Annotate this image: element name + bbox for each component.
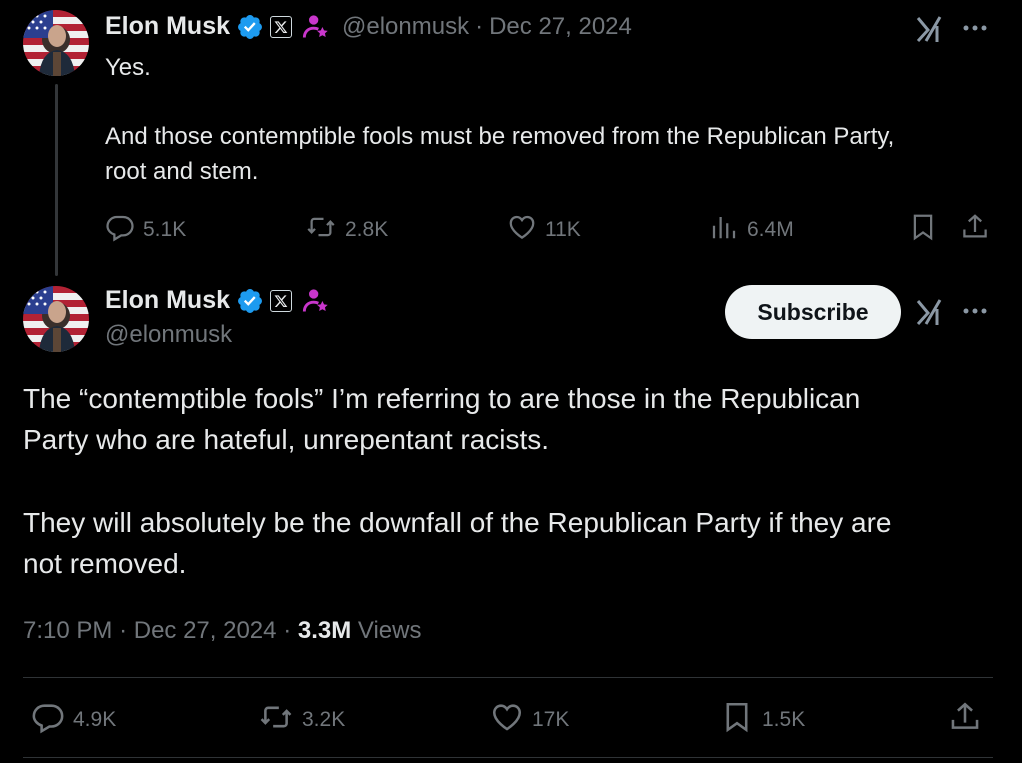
author-handle[interactable]: @elonmusk	[342, 13, 469, 41]
views-label: Views	[357, 617, 422, 644]
author-name[interactable]: Elon Musk	[105, 12, 230, 41]
divider	[23, 677, 993, 678]
verified-badge-icon[interactable]	[236, 13, 264, 41]
reply-button[interactable]: 5.1K	[105, 212, 186, 248]
post-text-line: And those contemptible fools must be rem…	[105, 123, 895, 150]
like-count: 17K	[532, 708, 570, 731]
share-icon[interactable]	[960, 212, 990, 242]
reply-count: 4.9K	[73, 708, 117, 731]
post-text-line: root and stem.	[105, 158, 259, 185]
separator-dot: ·	[283, 617, 292, 644]
repost-icon	[258, 700, 294, 740]
views-count: 3.3M	[297, 617, 352, 644]
post-text-line: Party who are hateful, unrepentant racis…	[23, 424, 550, 455]
more-options-icon[interactable]	[962, 20, 990, 36]
author-name[interactable]: Elon Musk	[105, 286, 230, 315]
post-text: The “contemptible fools” I’m referring t…	[23, 378, 1013, 584]
repost-button[interactable]: 2.8K	[305, 212, 388, 248]
x-affiliate-icon[interactable]	[270, 15, 293, 38]
repost-count: 2.8K	[345, 218, 389, 241]
bookmark-button[interactable]: 1.5K	[720, 700, 805, 740]
reply-icon	[31, 700, 65, 740]
subscribe-button[interactable]: Subscribe	[725, 285, 901, 339]
reply-count: 5.1K	[143, 218, 187, 241]
avatar[interactable]	[23, 286, 89, 352]
verified-badge-icon[interactable]	[236, 287, 264, 315]
more-options-icon[interactable]	[962, 303, 990, 319]
post-text-line: Yes.	[105, 54, 151, 81]
views-count: 6.4M	[747, 218, 794, 241]
bookmark-icon	[720, 700, 754, 740]
thread-line	[55, 84, 58, 276]
grok-icon[interactable]	[914, 14, 944, 44]
reply-button[interactable]: 4.9K	[31, 700, 116, 740]
share-icon[interactable]	[948, 700, 982, 734]
bookmark-count: 1.5K	[762, 708, 806, 731]
like-count: 11K	[545, 218, 581, 241]
bookmark-icon[interactable]	[908, 212, 938, 242]
post-date[interactable]: Dec 27, 2024	[134, 617, 277, 644]
heart-icon	[507, 212, 537, 248]
separator-dot: ·	[475, 12, 484, 40]
separator-dot: ·	[119, 617, 128, 644]
heart-icon	[490, 700, 524, 740]
analytics-icon	[709, 212, 739, 248]
creator-badge-icon[interactable]	[302, 13, 330, 41]
reply-icon	[105, 212, 135, 248]
grok-icon[interactable]	[914, 297, 944, 327]
post-text-line: They will absolutely be the downfall of …	[23, 507, 892, 538]
repost-button[interactable]: 3.2K	[258, 700, 345, 740]
divider	[23, 757, 993, 758]
post-date[interactable]: Dec 27, 2024	[489, 13, 632, 41]
like-button[interactable]: 17K	[490, 700, 569, 740]
post-time[interactable]: 7:10 PM	[23, 617, 112, 644]
post-text: Yes. And those contemptible fools must b…	[105, 50, 1005, 189]
repost-count: 3.2K	[302, 708, 346, 731]
author-handle[interactable]: @elonmusk	[105, 321, 232, 349]
x-affiliate-icon[interactable]	[270, 289, 293, 312]
views-button[interactable]: 6.4M	[709, 212, 794, 248]
post-metadata: 7:10 PM · Dec 27, 2024 · 3.3M Views	[23, 617, 421, 645]
post-text-line: The “contemptible fools” I’m referring t…	[23, 383, 861, 414]
like-button[interactable]: 11K	[507, 212, 581, 248]
creator-badge-icon[interactable]	[302, 287, 330, 315]
post-text-line: not removed.	[23, 548, 187, 579]
avatar[interactable]	[23, 10, 89, 76]
repost-icon	[305, 212, 337, 248]
